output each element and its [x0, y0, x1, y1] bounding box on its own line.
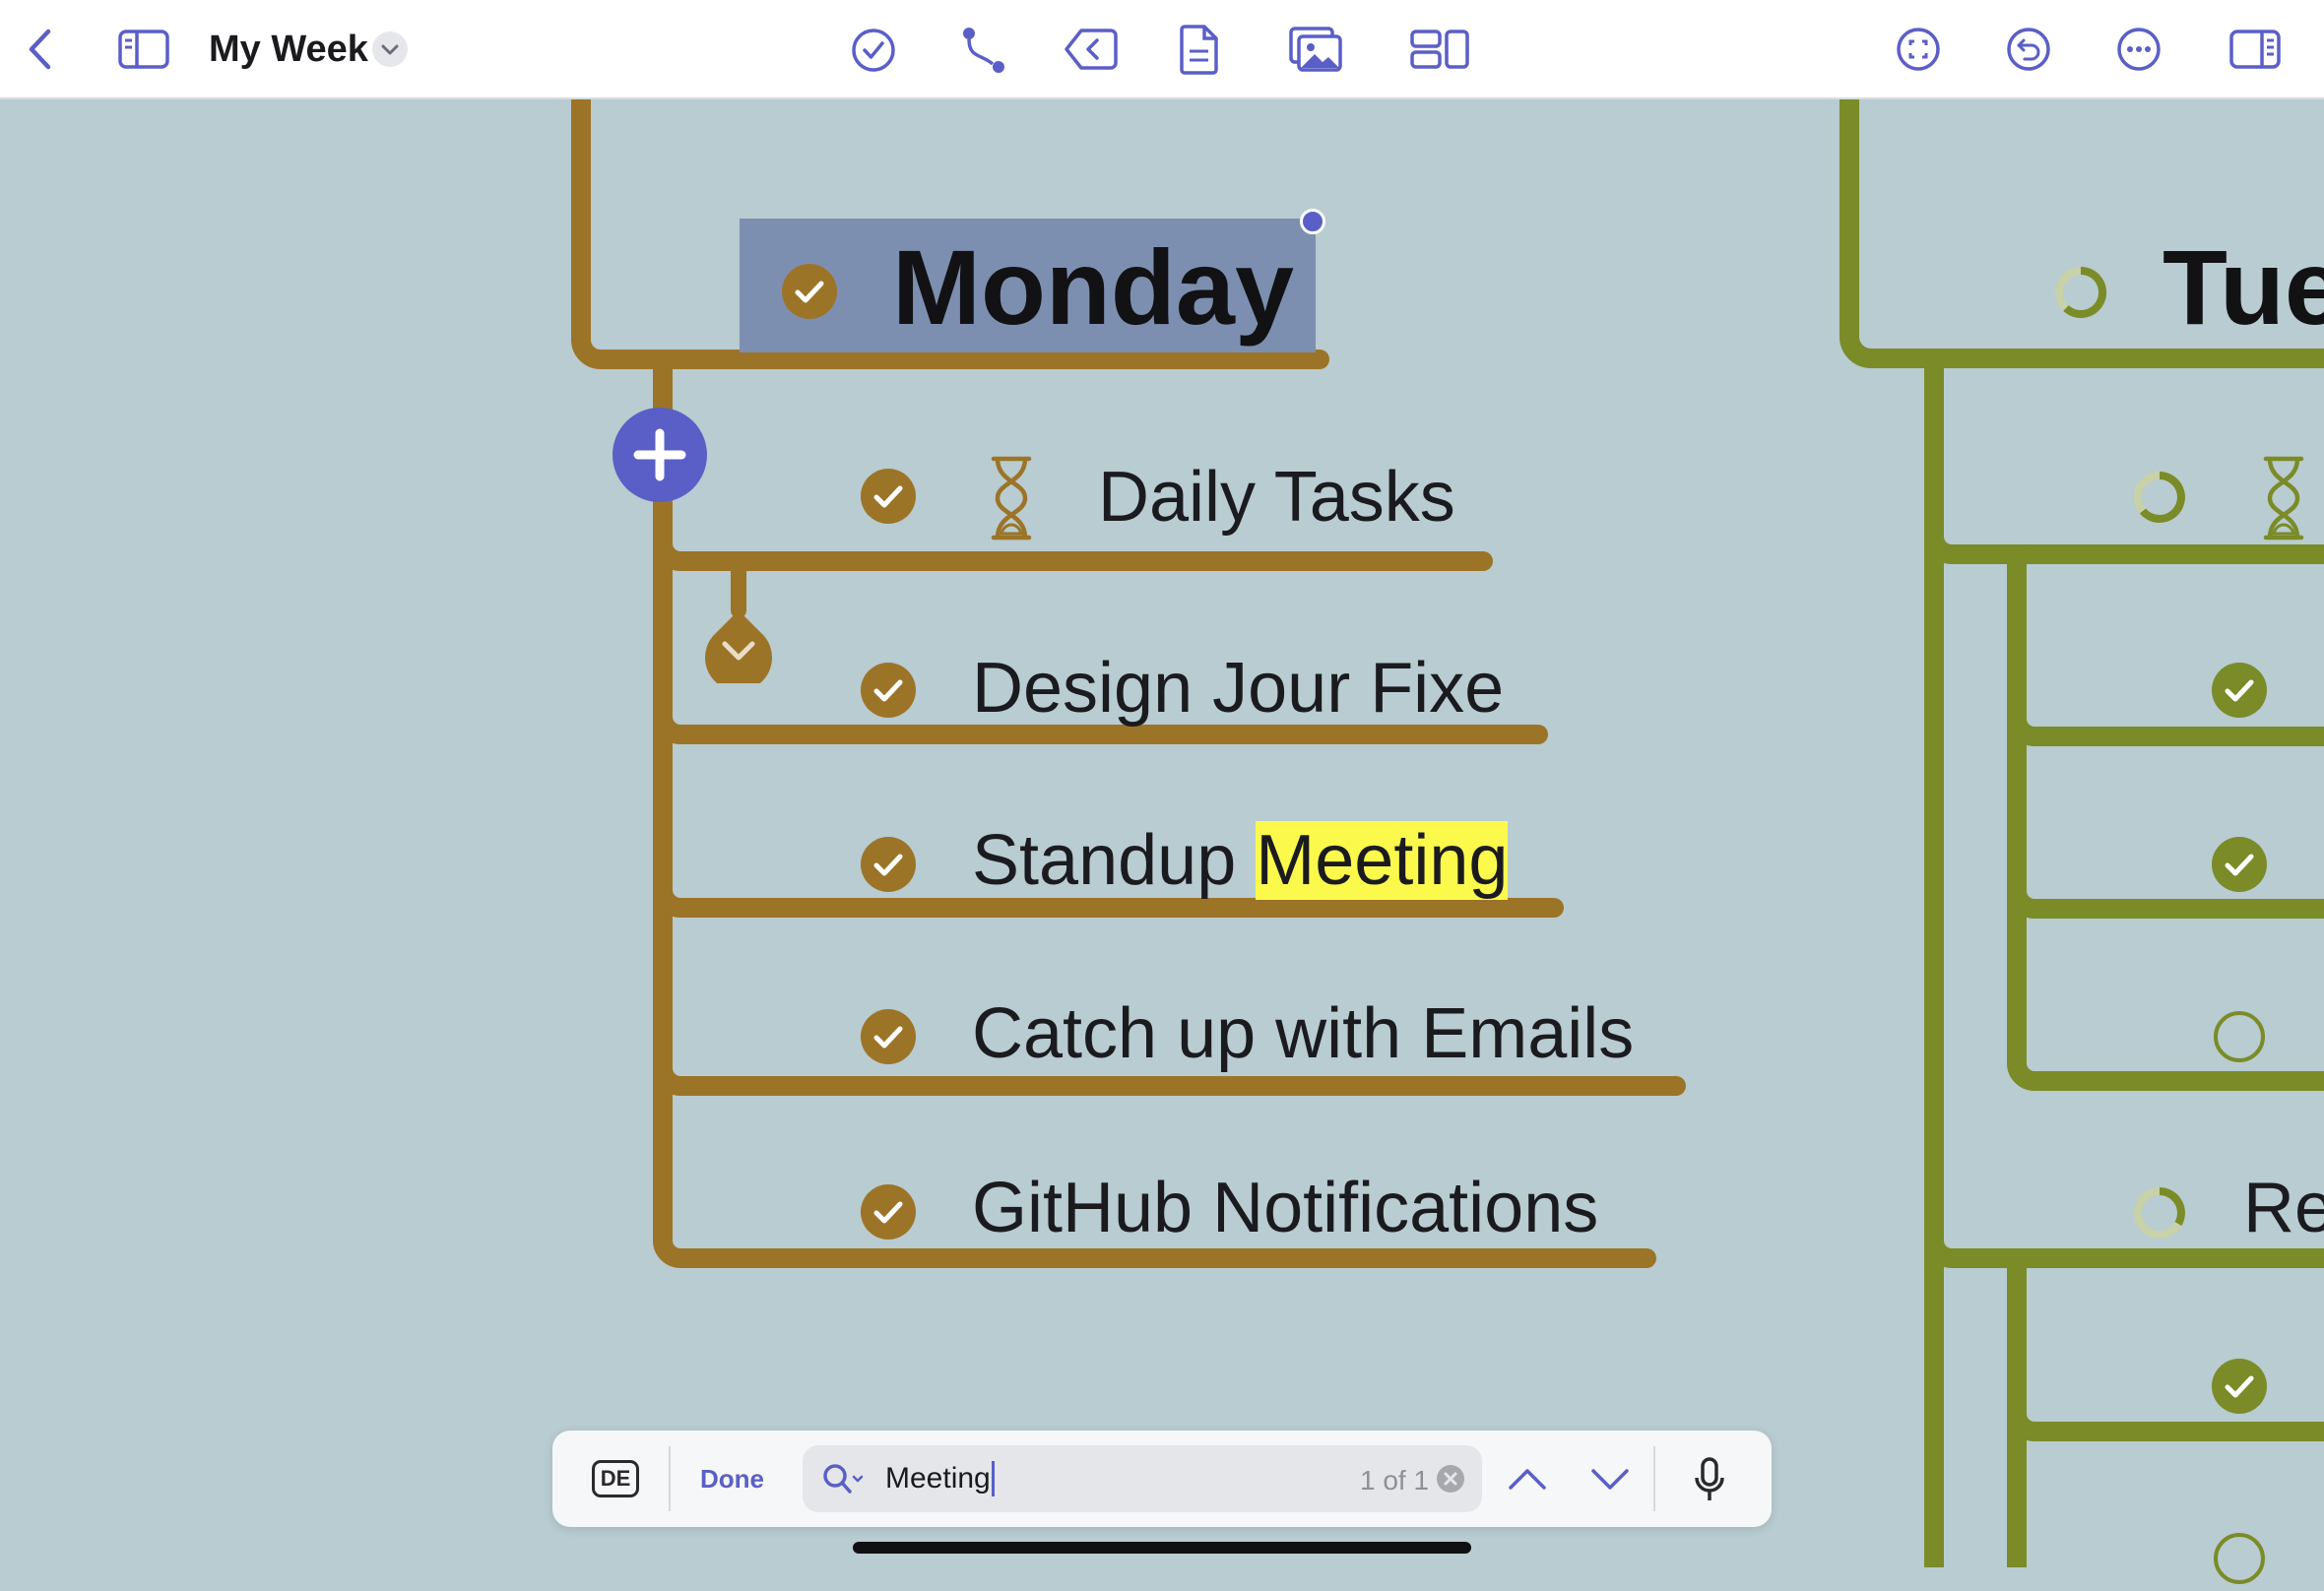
item-text[interactable]: Design Jour Fixe	[972, 646, 1504, 731]
title-menu-chevron-icon[interactable]	[372, 32, 408, 67]
search-match-highlight: Meeting	[1256, 821, 1509, 900]
top-toolbar: My Week	[0, 0, 2324, 99]
tuesday-empty-checkbox-icon[interactable]	[2212, 1009, 2267, 1064]
search-query: Meeting	[885, 1462, 991, 1495]
keyboard-language-button[interactable]: DE	[592, 1460, 639, 1497]
monday-check-icon[interactable]	[782, 264, 837, 319]
done-button[interactable]: Done	[700, 1462, 764, 1496]
tuesday-check-icon[interactable]	[2212, 663, 2267, 718]
item-text[interactable]: Standup Meeting	[972, 818, 1509, 903]
home-indicator[interactable]	[853, 1542, 1471, 1554]
document-icon[interactable]	[1178, 24, 1221, 75]
inspector-icon[interactable]	[2227, 28, 2283, 71]
search-input[interactable]: Meeting	[885, 1461, 995, 1496]
monday-title[interactable]: Monday	[892, 228, 1294, 347]
tuesday-partial-item-text[interactable]: Re	[2243, 1166, 2324, 1250]
hourglass-icon	[989, 455, 1034, 541]
item-check-icon[interactable]	[861, 837, 916, 892]
tag-back-icon[interactable]	[1064, 26, 1119, 73]
tuesday-progress-icon[interactable]	[2131, 469, 2188, 526]
search-options-icon[interactable]	[822, 1463, 866, 1496]
item-text[interactable]: Catch up with Emails	[972, 991, 1634, 1076]
tuesday-progress-icon[interactable]	[2052, 264, 2109, 321]
collapse-toggle-chevron-icon[interactable]	[703, 608, 774, 691]
find-bar: DE Done Meeting 1 of 1	[552, 1431, 1772, 1527]
match-count: 1 of 1	[1360, 1465, 1430, 1496]
item-text[interactable]: Daily Tasks	[1098, 455, 1455, 540]
microphone-icon[interactable]	[1693, 1456, 1726, 1503]
previous-match-chevron-up-icon[interactable]	[1506, 1458, 1549, 1499]
tuesday-check-icon[interactable]	[2212, 1359, 2267, 1414]
divider	[669, 1446, 671, 1511]
tuesday-check-icon[interactable]	[2212, 837, 2267, 892]
images-icon[interactable]	[1286, 24, 1345, 75]
layout-icon[interactable]	[1408, 28, 1471, 71]
back-chevron-icon[interactable]	[18, 26, 61, 73]
item-text[interactable]: GitHub Notifications	[972, 1166, 1598, 1250]
tuesday-empty-checkbox-icon[interactable]	[2212, 1531, 2267, 1586]
next-match-chevron-down-icon[interactable]	[1588, 1458, 1632, 1499]
find-field[interactable]: Meeting 1 of 1	[803, 1445, 1482, 1512]
text-cursor	[991, 1461, 995, 1496]
focus-icon[interactable]	[1895, 26, 1942, 73]
item-check-icon[interactable]	[861, 663, 916, 718]
resize-handle[interactable]	[1300, 209, 1325, 234]
item-text-prefix: Standup	[972, 821, 1257, 900]
more-icon[interactable]	[2115, 26, 2163, 73]
hourglass-icon	[2261, 455, 2306, 541]
connector-icon[interactable]	[959, 24, 1008, 77]
sidebar-left-icon[interactable]	[116, 28, 171, 71]
item-check-icon[interactable]	[861, 1009, 916, 1064]
undo-icon[interactable]	[2005, 26, 2052, 73]
add-node-button[interactable]	[613, 408, 707, 502]
item-check-icon[interactable]	[861, 469, 916, 524]
task-check-icon[interactable]	[849, 26, 898, 75]
divider	[1653, 1446, 1655, 1511]
tuesday-progress-icon[interactable]	[2131, 1184, 2188, 1241]
keyboard-language-label: DE	[600, 1466, 631, 1491]
item-check-icon[interactable]	[861, 1184, 916, 1240]
document-title[interactable]: My Week	[209, 22, 368, 77]
clear-search-icon[interactable]	[1437, 1465, 1464, 1493]
tuesday-title[interactable]: Tue	[2163, 228, 2324, 347]
